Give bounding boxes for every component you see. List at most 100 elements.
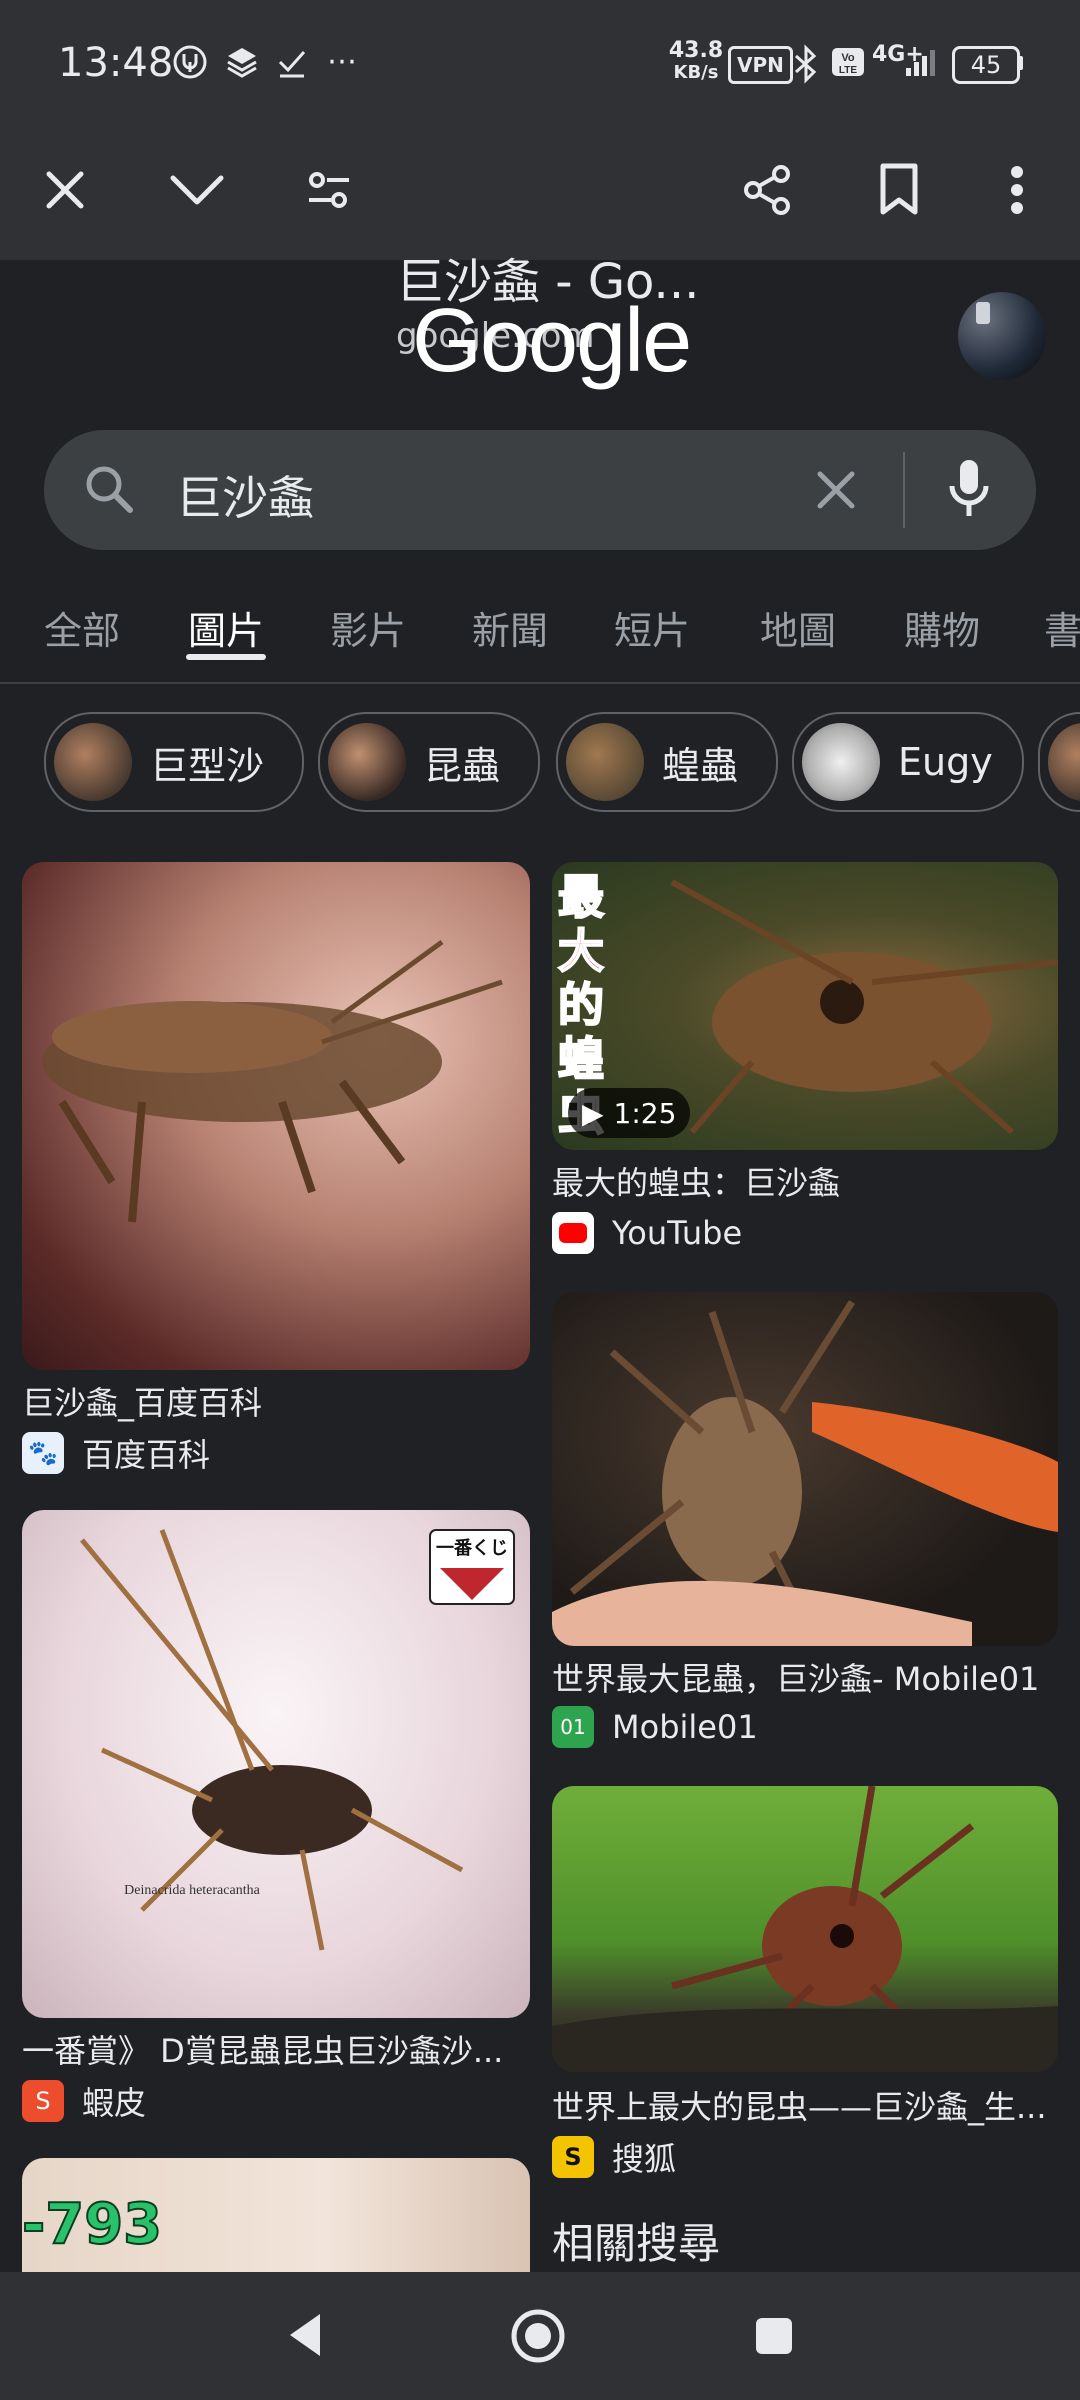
video-duration: 1:25: [613, 1096, 677, 1130]
system-navigation-bar: [0, 2272, 1080, 2400]
result-image-sohu[interactable]: [552, 1786, 1058, 2072]
bookmark-button[interactable]: [854, 145, 944, 235]
chip-thumbnail: [802, 723, 880, 801]
recents-button[interactable]: [754, 2316, 794, 2360]
sohu-favicon: S: [552, 2136, 594, 2178]
active-tab-indicator: [186, 654, 266, 660]
baidu-favicon: 🐾: [22, 1432, 64, 1474]
result-source-name: YouTube: [612, 1214, 743, 1252]
clear-search-button[interactable]: [812, 466, 860, 518]
back-button[interactable]: [284, 2310, 324, 2364]
result-caption[interactable]: 巨沙螽_百度百科: [22, 1378, 530, 1424]
result-caption[interactable]: 一番賞》 D賞昆蟲昆虫巨沙螽沙...: [22, 2026, 530, 2072]
chip-eugy[interactable]: Eugy: [792, 712, 1024, 812]
google-logo[interactable]: Google: [412, 290, 692, 393]
chip-thumbnail: [566, 723, 644, 801]
tab-shorts[interactable]: 短片: [614, 600, 690, 655]
result-caption[interactable]: 最大的蝗虫：巨沙螽: [552, 1158, 1058, 1204]
tab-images[interactable]: 圖片: [188, 600, 264, 655]
result-source-name: 蝦皮: [82, 2084, 147, 2122]
account-avatar[interactable]: [958, 292, 1046, 380]
battery-indicator: 45: [952, 46, 1020, 84]
share-icon: [744, 165, 790, 215]
chip-thumbnail: [54, 723, 132, 801]
result-caption[interactable]: 世界最大昆蟲，巨沙螽- Mobile01: [552, 1654, 1058, 1700]
speed-unit: KB/s: [673, 62, 719, 83]
chip-insect[interactable]: 昆蟲: [318, 712, 540, 812]
chip-label: 巨型沙: [150, 743, 265, 788]
tab-videos[interactable]: 影片: [330, 600, 406, 655]
chip-thumbnail: [328, 723, 406, 801]
tab-books[interactable]: 書: [1044, 600, 1080, 655]
close-icon: [817, 471, 855, 509]
recents-square-icon: [756, 2318, 792, 2354]
home-button[interactable]: [510, 2308, 566, 2368]
result-source[interactable]: 🐾 百度百科: [22, 1430, 210, 1476]
result-image-baidu[interactable]: [22, 862, 530, 1370]
tab-shopping[interactable]: 購物: [904, 600, 980, 655]
result-image-youtube[interactable]: 最大的蝗虫 ▶ 1:25: [552, 862, 1058, 1150]
search-divider: [903, 452, 905, 528]
result-source[interactable]: S 蝦皮: [22, 2078, 146, 2124]
chip-label: 蝗蟲: [662, 743, 739, 788]
svg-text:LTE: LTE: [839, 65, 857, 76]
shopee-favicon: S: [22, 2080, 64, 2122]
play-icon: ▶: [582, 1096, 604, 1130]
search-type-tabs: 全部 圖片 影片 新聞 短片 地圖 購物 書: [0, 590, 1080, 684]
result-source[interactable]: S 搜狐: [552, 2134, 676, 2180]
result-source-name: Mobile01: [612, 1708, 758, 1746]
video-duration-badge: ▶ 1:25: [568, 1088, 691, 1138]
price-overlay: -793: [22, 2191, 163, 2258]
bluetooth-icon: [788, 44, 824, 84]
close-icon: [46, 171, 84, 209]
tab-maps[interactable]: 地圖: [760, 600, 836, 655]
more-options-button[interactable]: [972, 145, 1062, 235]
microphone-icon: [949, 460, 989, 516]
tune-icon: [309, 172, 349, 208]
bookmark-icon: [880, 163, 918, 215]
signal-icon: [896, 44, 944, 80]
network-speed: 43.8 KB/s: [668, 40, 724, 84]
result-image-shopee[interactable]: 一番くじ Deinacrida heteracantha: [22, 1510, 530, 2018]
close-tab-button[interactable]: [20, 145, 110, 235]
chip-thumbnail: [1048, 723, 1080, 801]
voice-search-button[interactable]: [946, 458, 992, 526]
result-source-name: 百度百科: [82, 1436, 211, 1474]
home-circle-icon: [511, 2309, 565, 2363]
tab-all[interactable]: 全部: [44, 600, 120, 655]
status-time: 13:48: [58, 40, 174, 86]
check-icon: [274, 44, 310, 80]
result-source[interactable]: 01 Mobile01: [552, 1706, 758, 1748]
chip-more[interactable]: [1038, 712, 1080, 812]
search-icon: [82, 462, 136, 520]
youtube-favicon: [552, 1212, 594, 1254]
result-caption[interactable]: 世界上最大的昆虫——巨沙螽_生...: [552, 2082, 1058, 2128]
result-source[interactable]: YouTube: [552, 1212, 742, 1254]
back-triangle-icon: [290, 2314, 320, 2356]
related-searches-heading: 相關搜尋: [552, 2219, 721, 2268]
search-input[interactable]: 巨沙螽: [176, 462, 314, 528]
site-settings-button[interactable]: [284, 145, 374, 235]
ichiban-kuji-label: 一番くじ: [436, 1538, 508, 1559]
vpn-badge: VPN: [728, 46, 793, 84]
chip-label: Eugy: [898, 740, 993, 784]
chip-locust[interactable]: 蝗蟲: [556, 712, 778, 812]
chevron-down-icon: [170, 175, 224, 205]
species-watermark: Deinacrida heteracantha: [124, 1883, 260, 1898]
share-button[interactable]: [722, 145, 812, 235]
svg-text:Vo: Vo: [841, 52, 855, 64]
chip-label: 昆蟲: [424, 743, 501, 788]
layers-icon: [224, 44, 260, 80]
tab-news[interactable]: 新聞: [472, 600, 548, 655]
speed-value: 43.8: [668, 38, 724, 63]
custom-tab-toolbar: 巨沙螽 - Go... google.com: [0, 120, 1080, 356]
status-bar: 13:48 ⋯ 43.8 KB/s VPN Vo LTE 4G+ 45: [0, 0, 1080, 120]
mobile01-favicon: 01: [552, 1706, 594, 1748]
volte-icon: Vo LTE: [830, 44, 866, 80]
result-image-mobile01[interactable]: [552, 1292, 1058, 1646]
result-image-partial[interactable]: -793: [22, 2158, 530, 2272]
chip-giant-sand[interactable]: 巨型沙: [44, 712, 304, 812]
fork-icon: [172, 44, 208, 80]
minimize-tab-button[interactable]: [152, 145, 242, 235]
more-notifications-icon: ⋯: [327, 44, 357, 79]
